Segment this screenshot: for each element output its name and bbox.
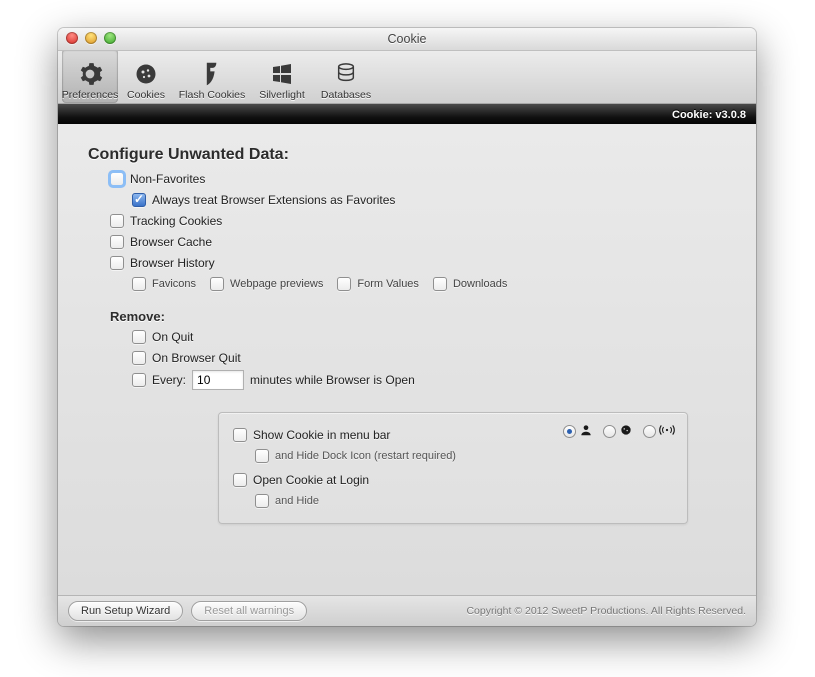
checkbox-on-browser-quit[interactable]: [132, 351, 146, 365]
footer-bar: Run Setup Wizard Reset all warnings Copy…: [58, 595, 756, 626]
checkbox-webpage-previews[interactable]: [210, 277, 224, 291]
checkbox-and-hide[interactable]: [255, 494, 269, 508]
label-browser-cache: Browser Cache: [130, 233, 212, 251]
menu-bar-options-box: Show Cookie in menu bar and Hide Dock Ic…: [218, 412, 688, 524]
checkbox-extensions-as-favorites[interactable]: [132, 193, 146, 207]
label-and-hide: and Hide: [275, 492, 319, 510]
copyright-text: Copyright © 2012 SweetP Productions. All…: [466, 605, 746, 617]
label-on-quit: On Quit: [152, 328, 193, 346]
toolbar-tab-preferences[interactable]: Preferences: [62, 49, 118, 103]
label-favicons: Favicons: [152, 275, 196, 293]
label-browser-history: Browser History: [130, 254, 215, 272]
toolbar-tab-flash-cookies[interactable]: Flash Cookies: [174, 49, 250, 103]
label-hide-dock-icon: and Hide Dock Icon (restart required): [275, 447, 456, 465]
checkbox-downloads[interactable]: [433, 277, 447, 291]
gear-icon: [77, 60, 103, 88]
toolbar-tab-databases[interactable]: Databases: [314, 49, 378, 103]
minimize-window-button[interactable]: [85, 32, 97, 44]
label-every-prefix: Every:: [152, 371, 186, 389]
radio-icon-signal[interactable]: [643, 425, 656, 438]
history-sub-options: Favicons Webpage previews Form Values Do…: [132, 275, 726, 293]
checkbox-hide-dock-icon[interactable]: [255, 449, 269, 463]
label-webpage-previews: Webpage previews: [230, 275, 323, 293]
radio-icon-cookie[interactable]: [603, 425, 616, 438]
toolbar-tab-silverlight[interactable]: Silverlight: [250, 49, 314, 103]
version-bar: Cookie: v3.0.8: [58, 104, 756, 126]
version-label: Cookie: v3.0.8: [672, 109, 746, 121]
checkbox-tracking-cookies[interactable]: [110, 214, 124, 228]
checkbox-browser-cache[interactable]: [110, 235, 124, 249]
label-non-favorites: Non-Favorites: [130, 170, 205, 188]
button-run-setup-wizard[interactable]: Run Setup Wizard: [68, 601, 183, 621]
toolbar-tab-cookies[interactable]: Cookies: [118, 49, 174, 103]
label-show-menu-bar: Show Cookie in menu bar: [253, 426, 390, 444]
app-window: Cookie Preferences Cookies Flash Cooki: [58, 28, 756, 626]
cookie-small-icon: [619, 423, 633, 440]
label-open-at-login: Open Cookie at Login: [253, 471, 369, 489]
silverlight-icon: [270, 60, 294, 88]
checkbox-every-interval[interactable]: [132, 373, 146, 387]
label-extensions-as-favorites: Always treat Browser Extensions as Favor…: [152, 191, 395, 209]
radio-icon-silhouette[interactable]: [563, 425, 576, 438]
checkbox-favicons[interactable]: [132, 277, 146, 291]
zoom-window-button[interactable]: [104, 32, 116, 44]
window-title: Cookie: [388, 32, 427, 46]
preferences-pane: Configure Unwanted Data: Non-Favorites A…: [58, 124, 756, 596]
label-downloads: Downloads: [453, 275, 507, 293]
signal-icon: [659, 423, 675, 440]
button-reset-all-warnings[interactable]: Reset all warnings: [191, 601, 307, 621]
close-window-button[interactable]: [66, 32, 78, 44]
checkbox-form-values[interactable]: [337, 277, 351, 291]
titlebar: Cookie: [58, 28, 756, 51]
cookie-icon: [134, 60, 158, 88]
checkbox-open-at-login[interactable]: [233, 473, 247, 487]
checkbox-show-menu-bar[interactable]: [233, 428, 247, 442]
label-tracking-cookies: Tracking Cookies: [130, 212, 222, 230]
toolbar: Preferences Cookies Flash Cookies Silver…: [58, 51, 756, 104]
checkbox-browser-history[interactable]: [110, 256, 124, 270]
remove-heading: Remove:: [110, 309, 726, 324]
menu-bar-icon-style-group: [563, 423, 675, 440]
database-icon: [335, 60, 357, 88]
label-every-suffix: minutes while Browser is Open: [250, 371, 415, 389]
checkbox-non-favorites[interactable]: [110, 172, 124, 186]
configure-heading: Configure Unwanted Data:: [88, 146, 726, 164]
input-interval-minutes[interactable]: [192, 370, 244, 390]
silhouette-icon: [579, 423, 593, 440]
flash-icon: [201, 60, 223, 88]
checkbox-on-quit[interactable]: [132, 330, 146, 344]
label-form-values: Form Values: [357, 275, 419, 293]
label-on-browser-quit: On Browser Quit: [152, 349, 241, 367]
